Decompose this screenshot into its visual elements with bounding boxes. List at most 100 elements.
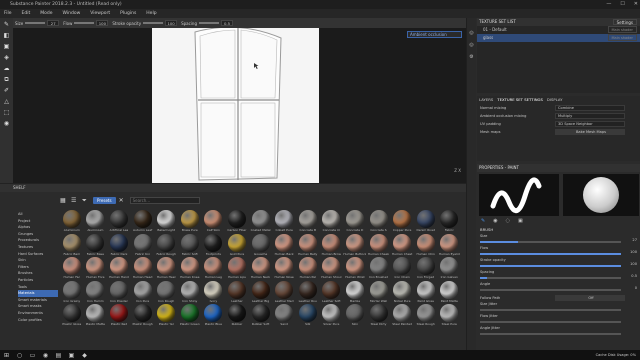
close-filter-icon[interactable]: ✕ xyxy=(119,197,127,205)
shelf-category[interactable]: Procedurals xyxy=(18,237,58,244)
shelf-category[interactable]: All xyxy=(18,211,58,218)
shelf-category[interactable]: Project xyxy=(18,218,58,225)
maximize-button[interactable]: ☐ xyxy=(620,0,624,9)
material-item[interactable]: Human Nose xyxy=(272,257,296,281)
windows-start-icon[interactable]: ⊞ xyxy=(3,352,10,359)
material-item[interactable]: Fabric Kni xyxy=(131,233,155,258)
material-item[interactable]: Fabric Rough xyxy=(154,233,178,258)
material-item[interactable]: Paint Gloss xyxy=(414,280,438,305)
material-item[interactable]: Marble xyxy=(343,280,367,305)
texture-set-row[interactable]: glass Main shader xyxy=(477,34,640,42)
shelf-category[interactable]: Brushes xyxy=(18,270,58,277)
material-item[interactable]: Gouache xyxy=(249,233,273,258)
size-slider[interactable] xyxy=(25,22,46,24)
material-item[interactable]: Plastic Green xyxy=(178,304,202,328)
display-icon[interactable]: ⚙ xyxy=(469,54,473,60)
material-item[interactable]: Human Back xyxy=(272,233,296,258)
material-item[interactable]: Fabric Soft xyxy=(178,233,202,258)
material-item[interactable]: Human Leg xyxy=(202,257,226,281)
angle-jitter-slider[interactable] xyxy=(480,333,621,335)
texture-set-list-icon[interactable]: ◎ xyxy=(469,30,473,36)
shader-button[interactable]: Main shader xyxy=(607,34,637,41)
menu-item-edit[interactable]: Edit xyxy=(22,11,31,16)
viewport-channel-dropdown[interactable]: Ambient occlusion xyxy=(407,31,462,38)
material-item[interactable]: Coated Metal xyxy=(249,210,273,234)
door-model[interactable] xyxy=(163,28,313,183)
material-item[interactable]: Human Fore xyxy=(84,257,108,281)
normal-mixing-select[interactable]: Combine xyxy=(555,105,625,111)
material-item[interactable]: Leather Med xyxy=(272,280,296,305)
menu-item-file[interactable]: File xyxy=(4,11,12,16)
eraser-icon[interactable]: ◧ xyxy=(3,32,10,39)
material-item[interactable]: Nickel Pure xyxy=(390,280,414,305)
polygon-fill-icon[interactable]: △ xyxy=(3,98,10,105)
material-item[interactable]: Human Chest xyxy=(390,233,414,258)
material-item[interactable]: Silver Pure xyxy=(320,304,344,328)
material-item[interactable]: Human Eyelid xyxy=(438,233,462,258)
material-item[interactable]: Human Buttock xyxy=(343,233,367,258)
material-item[interactable]: Human Lips xyxy=(225,257,249,281)
spacing-value[interactable]: 0.5 xyxy=(220,20,233,26)
texture-set-row[interactable]: 01 - Default Main shader xyxy=(477,26,640,34)
material-item[interactable]: Concrete S xyxy=(367,210,391,234)
material-item[interactable]: Human Pal xyxy=(296,257,320,281)
property-slider[interactable] xyxy=(480,253,621,255)
material-item[interactable]: Human Chin xyxy=(414,233,438,258)
property-slider[interactable] xyxy=(480,277,621,279)
menu-item-viewport[interactable]: Viewport xyxy=(90,11,110,16)
property-slider[interactable] xyxy=(480,241,621,243)
material-item[interactable]: Human Fac xyxy=(60,257,84,281)
material-item[interactable]: Human Hand xyxy=(107,257,131,281)
geometry-fill-icon[interactable]: ◈ xyxy=(3,54,10,61)
size-value[interactable]: 27 xyxy=(47,20,60,26)
material-tab-icon[interactable]: ▣ xyxy=(518,217,523,226)
brush-tab-icon[interactable]: ✎ xyxy=(481,217,485,226)
paint-brush-icon[interactable]: ✎ xyxy=(3,21,10,28)
menu-item-mode[interactable]: Mode xyxy=(40,11,52,16)
minimize-button[interactable]: — xyxy=(606,0,611,9)
stroke-value[interactable]: 100 xyxy=(165,20,178,26)
material-item[interactable]: Human Head xyxy=(131,257,155,281)
shader-button[interactable]: Main shader xyxy=(607,26,637,33)
browser-icon[interactable]: ◉ xyxy=(42,352,49,359)
property-value[interactable]: 0.5 xyxy=(631,274,637,278)
stencil-tab-icon[interactable]: ◌ xyxy=(506,217,510,226)
material-item[interactable]: Steel Dirty xyxy=(367,304,391,328)
material-item[interactable]: Plastic Gloss xyxy=(60,304,84,328)
material-item[interactable]: Human Brow xyxy=(320,233,344,258)
tab-layers[interactable]: LAYERS xyxy=(479,96,493,104)
substance-painter-icon[interactable]: ◆ xyxy=(81,352,88,359)
list-view-icon[interactable]: ☰ xyxy=(71,197,79,205)
property-value[interactable]: 0 xyxy=(635,286,637,290)
filter-icon[interactable]: ⏷ xyxy=(82,197,90,205)
search-icon[interactable]: ○ xyxy=(16,352,23,359)
material-item[interactable]: Iron Chain xyxy=(390,257,414,281)
material-item[interactable]: Leather xyxy=(225,280,249,305)
material-item[interactable]: Leather Rou xyxy=(296,280,320,305)
material-item[interactable]: Iron Pure xyxy=(131,280,155,305)
material-item[interactable]: Plastic Blue xyxy=(202,304,226,328)
tab-display[interactable]: DISPLAY xyxy=(547,96,563,104)
material-item[interactable]: Sand xyxy=(272,304,296,328)
shelf-search-input[interactable]: Search... xyxy=(129,197,200,204)
alpha-tab-icon[interactable]: ◉ xyxy=(493,217,497,226)
material-item[interactable]: Fabric Base xyxy=(84,233,108,258)
material-item[interactable]: Human Shoul xyxy=(320,257,344,281)
menu-item-plugins[interactable]: Plugins xyxy=(120,11,136,16)
grid-view-icon[interactable]: ▦ xyxy=(60,197,68,205)
shelf-category[interactable]: Particles xyxy=(18,277,58,284)
material-item[interactable]: Plastic Yel xyxy=(154,304,178,328)
material-item[interactable]: Fabric Deni xyxy=(107,233,131,258)
material-item[interactable]: Fabric Bam xyxy=(60,233,84,258)
clone-icon[interactable]: ⧉ xyxy=(3,76,10,83)
property-value[interactable]: 100 xyxy=(630,262,637,266)
material-item[interactable]: Concrete Cl xyxy=(320,210,344,234)
menu-item-window[interactable]: Window xyxy=(63,11,81,16)
material-item[interactable]: Steel Pure xyxy=(438,304,462,328)
stroke-slider[interactable] xyxy=(143,22,164,24)
material-item[interactable]: Steel Painted xyxy=(390,304,414,328)
follow-path-toggle[interactable]: Off xyxy=(555,295,625,301)
material-item[interactable]: Paint Matte xyxy=(438,280,462,305)
material-item[interactable]: Iron Rough xyxy=(154,280,178,305)
material-item[interactable]: Human Cheek xyxy=(367,233,391,258)
